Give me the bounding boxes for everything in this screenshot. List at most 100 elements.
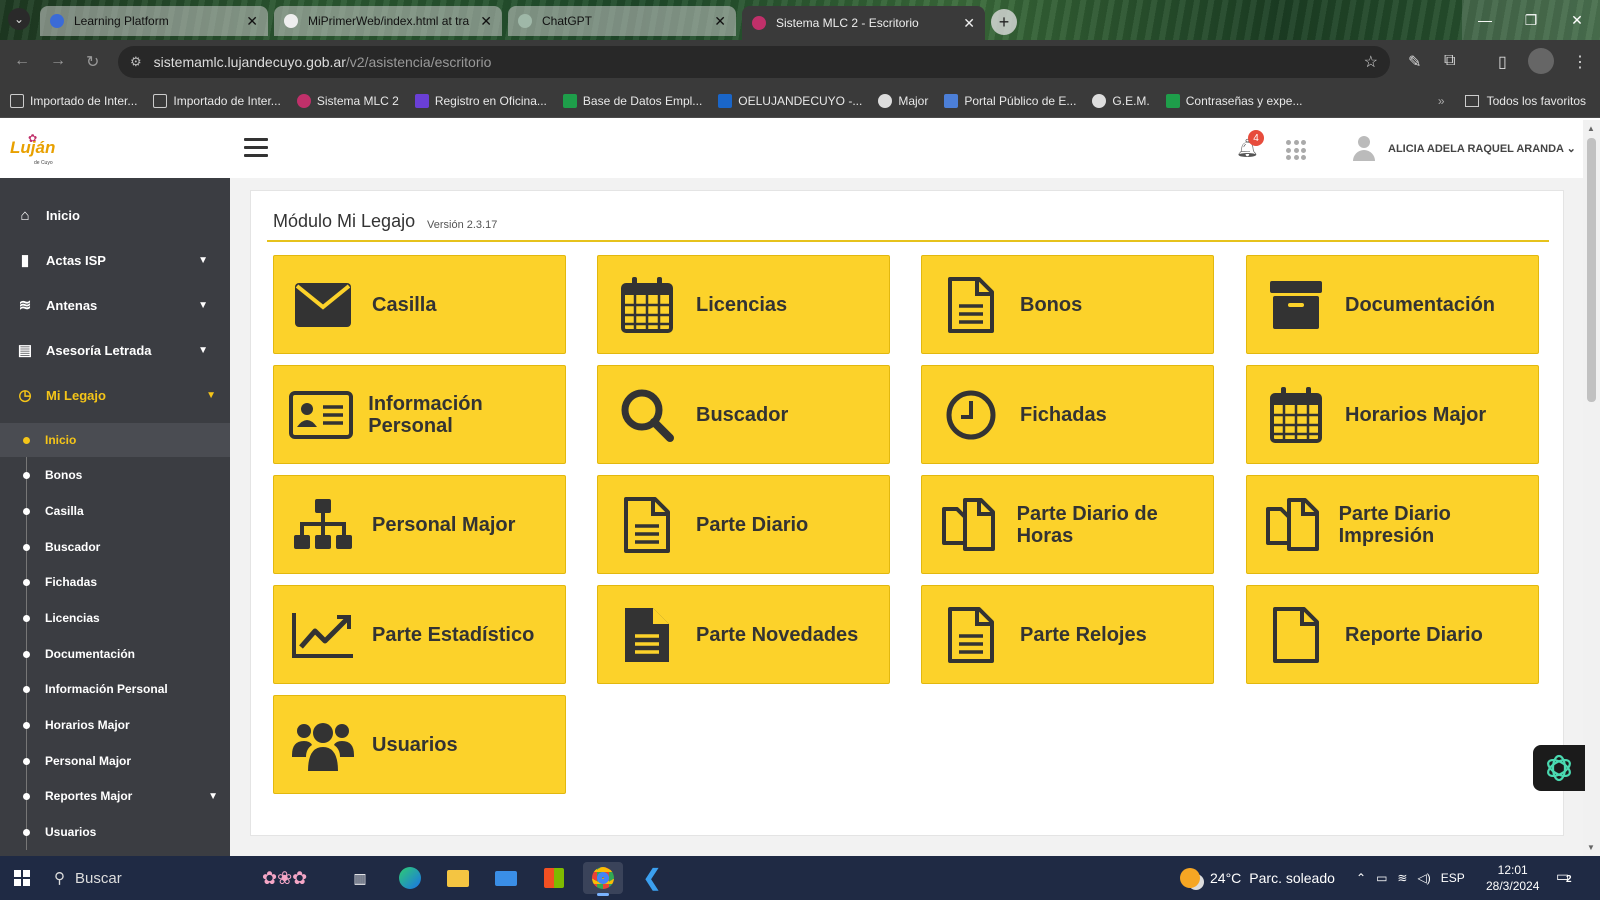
bookmark-item[interactable]: Sistema MLC 2 [296, 93, 399, 108]
bookmark-item[interactable]: Portal Público de E... [944, 93, 1076, 108]
flower-icon [296, 93, 311, 108]
tile-horarios-major[interactable]: Horarios Major [1246, 365, 1539, 464]
bookmark-item[interactable]: G.E.M. [1092, 93, 1150, 108]
forward-icon[interactable]: → [50, 52, 66, 70]
app-header: ✿ Luján de Cuyo 🔔︎ 4 ALICIA ADELA RAQUEL… [0, 120, 1583, 178]
new-tab-button[interactable]: + [991, 9, 1017, 35]
device-icon[interactable]: ▭ [1376, 871, 1387, 885]
user-menu[interactable]: ALICIA ADELA RAQUEL ARANDA ⌄ [1388, 142, 1576, 155]
pen-icon[interactable]: ✎ [1408, 52, 1421, 72]
tile-documentacion[interactable]: Documentación [1246, 255, 1539, 354]
submenu-item-bonos[interactable]: Bonos [0, 458, 230, 492]
tile-parte-diario[interactable]: Parte Diario [597, 475, 890, 574]
submenu-item-casilla[interactable]: Casilla [0, 494, 230, 528]
tile-parte-relojes[interactable]: Parte Relojes [921, 585, 1214, 684]
browser-tab-1[interactable]: Learning Platform ✕ [40, 6, 268, 36]
bookmark-item[interactable]: Importado de Inter... [153, 93, 281, 108]
bookmark-item[interactable]: Registro en Oficina... [414, 93, 547, 108]
bookmark-item[interactable]: OELUJANDECUYO -... [718, 93, 862, 108]
site-info-icon[interactable]: ⚙ [130, 54, 142, 70]
logo[interactable]: ✿ Luján de Cuyo [10, 132, 58, 166]
minimize-button[interactable]: — [1462, 0, 1508, 40]
search-icon: ⚲ [54, 870, 65, 887]
close-icon[interactable]: ✕ [480, 13, 492, 30]
tile-usuarios[interactable]: Usuarios [273, 695, 566, 794]
page-scrollbar[interactable]: ▲ ▼ [1583, 120, 1600, 856]
close-window-button[interactable]: ✕ [1554, 0, 1600, 40]
scrollbar-thumb[interactable] [1587, 138, 1596, 402]
bookmark-item[interactable]: Base de Datos Empl... [562, 93, 702, 108]
close-icon[interactable]: ✕ [714, 13, 726, 30]
sidebar-item-inicio[interactable]: ⌂ Inicio [0, 193, 230, 237]
submenu-item-documentacion[interactable]: Documentación [0, 637, 230, 671]
wifi-icon[interactable]: ≋ [1397, 871, 1407, 885]
sidebar-item-antenas[interactable]: ≋ Antenas ▼ [0, 283, 230, 327]
chevron-right-icon[interactable]: » [1438, 94, 1445, 108]
tile-bonos[interactable]: Bonos [921, 255, 1214, 354]
all-bookmarks[interactable]: » Todos los favoritos [1438, 84, 1586, 118]
restore-button[interactable]: ❐ [1508, 0, 1554, 40]
profile-avatar[interactable] [1528, 48, 1554, 74]
scroll-down-icon[interactable]: ▼ [1587, 843, 1595, 852]
notification-center-icon[interactable]: ▭ 2 [1556, 868, 1572, 885]
taskbar-search[interactable]: ⚲ Buscar [54, 856, 122, 900]
submenu-item-fichadas[interactable]: Fichadas [0, 565, 230, 599]
extensions-icon[interactable]: ⧉ [1444, 52, 1455, 70]
tile-parte-diario-de-horas[interactable]: Parte Diario de Horas [921, 475, 1214, 574]
submenu-item-inicio[interactable]: Inicio [0, 423, 230, 457]
tile-parte-diario-impresion[interactable]: Parte Diario Impresión [1246, 475, 1539, 574]
close-icon[interactable]: ✕ [963, 15, 975, 32]
submenu-item-reportes-major[interactable]: Reportes Major ▼ [0, 779, 230, 813]
tile-personal-major[interactable]: Personal Major [273, 475, 566, 574]
chrome-icon[interactable] [583, 862, 623, 896]
language-indicator[interactable]: ESP [1441, 871, 1465, 885]
tile-reporte-diario[interactable]: Reporte Diario [1246, 585, 1539, 684]
menu-dots-icon[interactable]: ⋮ [1572, 52, 1588, 72]
tile-parte-estadistico[interactable]: Parte Estadístico [273, 585, 566, 684]
back-icon[interactable]: ← [14, 52, 30, 70]
close-icon[interactable]: ✕ [246, 13, 258, 30]
hamburger-menu-icon[interactable] [244, 138, 268, 158]
mail-icon[interactable] [486, 862, 526, 894]
browser-tab-2[interactable]: MiPrimerWeb/index.html at tra ✕ [274, 6, 502, 36]
submenu-item-usuarios[interactable]: Usuarios [0, 815, 230, 849]
reload-icon[interactable]: ↻ [86, 52, 99, 72]
bookmark-item[interactable]: Major [878, 93, 928, 108]
tile-licencias[interactable]: Licencias [597, 255, 890, 354]
sidebar-item-actas-isp[interactable]: ▮ Actas ISP ▼ [0, 238, 230, 282]
sidebar-item-mi-legajo[interactable]: ◷ Mi Legajo ▼ [0, 373, 230, 417]
chatgpt-floating-button[interactable] [1533, 745, 1585, 791]
tab-search-button[interactable]: ⌄ [8, 8, 30, 30]
submenu-item-buscador[interactable]: Buscador [0, 530, 230, 564]
submenu-item-horarios-major[interactable]: Horarios Major [0, 708, 230, 742]
bookmark-item[interactable]: Importado de Inter... [10, 93, 137, 108]
scroll-up-icon[interactable]: ▲ [1587, 124, 1595, 133]
task-view-icon[interactable]: ▥ [340, 862, 380, 894]
bookmark-item[interactable]: Contraseñas y expe... [1165, 93, 1302, 108]
chevron-up-icon[interactable]: ⌃ [1356, 871, 1366, 885]
apps-grid-icon[interactable] [1286, 140, 1306, 160]
windows-start-icon[interactable] [14, 870, 30, 886]
submenu-item-licencias[interactable]: Licencias [0, 601, 230, 635]
volume-icon[interactable]: ◁) [1417, 871, 1430, 885]
browser-tab-3[interactable]: ChatGPT ✕ [508, 6, 736, 36]
browser-tab-4-active[interactable]: Sistema MLC 2 - Escritorio ✕ [742, 6, 985, 40]
weather-widget[interactable]: 24°C Parc. soleado [1180, 856, 1335, 900]
address-bar[interactable]: ⚙ sistemamlc.lujandecuyo.gob.ar /v2/asis… [118, 46, 1390, 78]
sidebar-item-asesoria-letrada[interactable]: ▤ Asesoría Letrada ▼ [0, 328, 230, 372]
tile-fichadas[interactable]: Fichadas [921, 365, 1214, 464]
user-avatar[interactable] [1352, 136, 1376, 162]
side-panel-icon[interactable]: ▯ [1498, 52, 1507, 72]
submenu-item-informacion-personal[interactable]: Información Personal [0, 672, 230, 706]
bookmark-star-icon[interactable]: ☆ [1364, 52, 1378, 72]
store-icon[interactable] [534, 862, 574, 894]
vscode-icon[interactable]: ❮ [632, 862, 672, 894]
edge-icon[interactable] [390, 862, 430, 894]
tile-parte-novedades[interactable]: Parte Novedades [597, 585, 890, 684]
tile-casilla[interactable]: Casilla [273, 255, 566, 354]
submenu-item-personal-major[interactable]: Personal Major [0, 744, 230, 778]
tile-informacion-personal[interactable]: Información Personal [273, 365, 566, 464]
file-explorer-icon[interactable] [438, 862, 478, 894]
tile-buscador[interactable]: Buscador [597, 365, 890, 464]
clock[interactable]: 12:01 28/3/2024 [1486, 862, 1539, 894]
